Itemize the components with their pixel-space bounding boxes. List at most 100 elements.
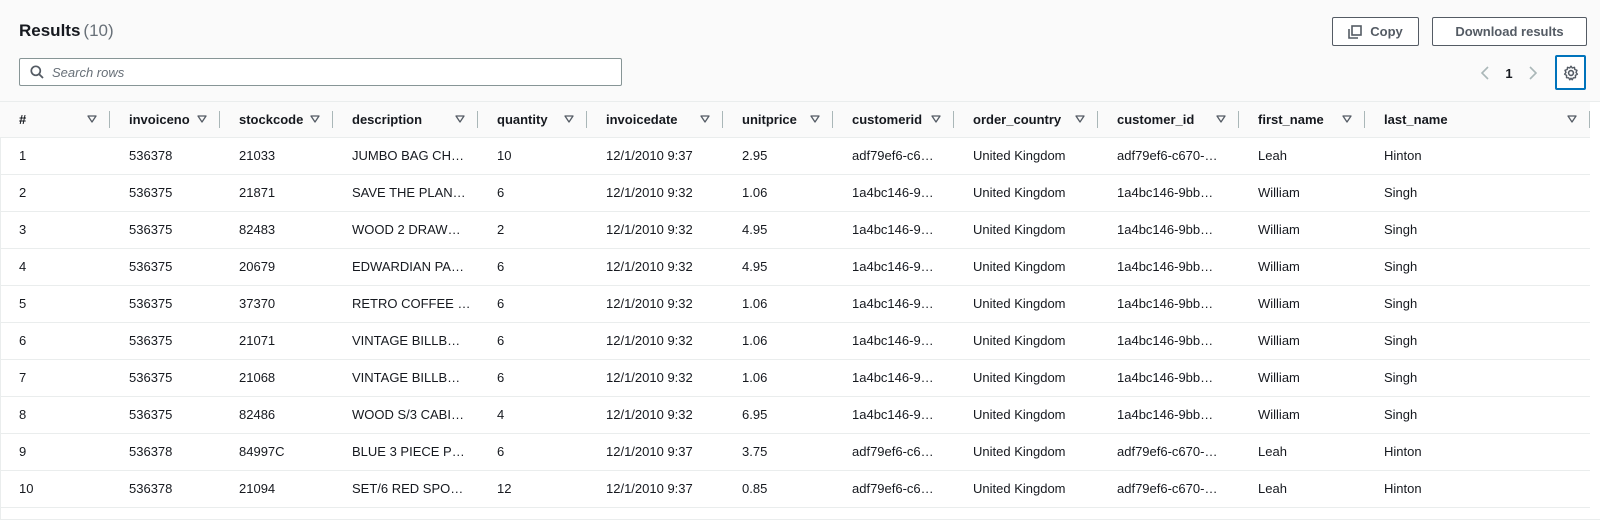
column-header-label: customer_id	[1117, 111, 1195, 127]
column-divider[interactable]	[1589, 111, 1590, 128]
column-header-description[interactable]: description	[333, 102, 478, 138]
search-input[interactable]	[52, 64, 592, 80]
sort-caret-icon[interactable]	[455, 115, 465, 123]
table-cell-stockcode: 21071	[220, 322, 333, 360]
column-header-first-name[interactable]: first_name	[1239, 102, 1365, 138]
table-cell-quantity: 12	[478, 470, 587, 508]
table-cell-invoicedate: 12/1/2010 9:32	[587, 211, 723, 249]
table-cell-last-name: Singh	[1365, 359, 1590, 397]
table-cell-customerid: 1a4bc146-9…	[833, 322, 954, 360]
table-body: 1 536378 21033 JUMBO BAG CH… 10 12/1/2010 9:3…	[0, 137, 1590, 508]
column-header-last-name[interactable]: last_name	[1365, 102, 1590, 138]
results-header: Results(10) Copy Download results 1	[0, 0, 1600, 102]
table-cell-customer-id: adf79ef6-c670-…	[1098, 470, 1239, 508]
table-cell-stockcode: 82486	[220, 396, 333, 434]
copy-icon	[1348, 24, 1363, 39]
download-results-label: Download results	[1455, 24, 1564, 39]
settings-button[interactable]	[1555, 55, 1586, 90]
table-cell-last-name: Hinton	[1365, 137, 1590, 175]
table-cell-customerid: 1a4bc146-9…	[833, 396, 954, 434]
table-cell-customer-id: 1a4bc146-9bb…	[1098, 396, 1239, 434]
table-cell-unitprice: 0.85	[723, 470, 833, 508]
table-cell-invoicedate: 12/1/2010 9:32	[587, 248, 723, 286]
column-header-label: order_country	[973, 111, 1062, 127]
table-cell-description: VINTAGE BILLB…	[333, 359, 478, 397]
table-cell-description: RETRO COFFEE …	[333, 285, 478, 323]
table-cell-quantity: 10	[478, 137, 587, 175]
search-icon	[30, 65, 44, 79]
table-cell-invoicedate: 12/1/2010 9:37	[587, 137, 723, 175]
column-header-stockcode[interactable]: stockcode	[220, 102, 333, 138]
column-header-quantity[interactable]: quantity	[478, 102, 587, 138]
column-header-invoicedate[interactable]: invoicedate	[587, 102, 723, 138]
sort-caret-icon[interactable]	[810, 115, 820, 123]
table-cell-unitprice: 4.95	[723, 248, 833, 286]
chevron-left-icon[interactable]	[1472, 60, 1498, 86]
table-cell-unitprice: 6.95	[723, 396, 833, 434]
table-cell-last-name: Singh	[1365, 396, 1590, 434]
table-cell-quantity: 2	[478, 211, 587, 249]
table-cell-stockcode: 21094	[220, 470, 333, 508]
chevron-right-icon[interactable]	[1520, 60, 1546, 86]
sort-caret-icon[interactable]	[87, 115, 97, 123]
table-row: 7 536375 21068 VINTAGE BILLB… 6 12/1/2010 9:3…	[0, 359, 1590, 397]
column-header-customer-id[interactable]: customer_id	[1098, 102, 1239, 138]
column-header-invoiceno[interactable]: invoiceno	[110, 102, 220, 138]
table-cell-stockcode: 82483	[220, 211, 333, 249]
search-rows-field[interactable]	[19, 58, 622, 86]
table-cell-row-number: 2	[0, 174, 110, 212]
table-cell-customerid: 1a4bc146-9…	[833, 174, 954, 212]
table-cell-row-number: 4	[0, 248, 110, 286]
column-header-label: customerid	[852, 111, 923, 127]
table-cell-unitprice: 4.95	[723, 211, 833, 249]
table-cell-invoiceno: 536375	[110, 285, 220, 323]
sort-caret-icon[interactable]	[931, 115, 941, 123]
sort-caret-icon[interactable]	[1567, 115, 1577, 123]
table-cell-customer-id: 1a4bc146-9bb…	[1098, 322, 1239, 360]
table-cell-order-country: United Kingdom	[954, 211, 1098, 249]
table-cell-last-name: Singh	[1365, 322, 1590, 360]
table-cell-order-country: United Kingdom	[954, 248, 1098, 286]
table-cell-stockcode: 84997C	[220, 433, 333, 471]
table-cell-first-name: William	[1239, 396, 1365, 434]
table-cell-customerid: adf79ef6-c6…	[833, 470, 954, 508]
column-header-unitprice[interactable]: unitprice	[723, 102, 833, 138]
table-cell-quantity: 6	[478, 359, 587, 397]
sort-caret-icon[interactable]	[700, 115, 710, 123]
table-cell-customerid: adf79ef6-c6…	[833, 433, 954, 471]
table-cell-order-country: United Kingdom	[954, 137, 1098, 175]
table-cell-customerid: adf79ef6-c6…	[833, 137, 954, 175]
table-cell-description: WOOD S/3 CABI…	[333, 396, 478, 434]
table-cell-customer-id: 1a4bc146-9bb…	[1098, 211, 1239, 249]
results-table: # invoiceno stockcode description quantity in…	[0, 102, 1590, 508]
column-header-customerid[interactable]: customerid	[833, 102, 954, 138]
table-cell-row-number: 7	[0, 359, 110, 397]
table-cell-first-name: William	[1239, 285, 1365, 323]
table-row: 3 536375 82483 WOOD 2 DRAW… 2 12/1/2010 9:32 4…	[0, 211, 1590, 249]
page-number[interactable]: 1	[1498, 66, 1520, 81]
sort-caret-icon[interactable]	[197, 115, 207, 123]
column-header-order-country[interactable]: order_country	[954, 102, 1098, 138]
sort-caret-icon[interactable]	[1075, 115, 1085, 123]
table-cell-order-country: United Kingdom	[954, 174, 1098, 212]
copy-button[interactable]: Copy	[1332, 17, 1419, 46]
sort-caret-icon[interactable]	[564, 115, 574, 123]
table-cell-order-country: United Kingdom	[954, 359, 1098, 397]
table-cell-invoiceno: 536375	[110, 322, 220, 360]
sort-caret-icon[interactable]	[1342, 115, 1352, 123]
column-header-label: stockcode	[239, 111, 304, 127]
table-cell-stockcode: 20679	[220, 248, 333, 286]
column-header-row-number[interactable]: #	[0, 102, 110, 138]
table-cell-invoicedate: 12/1/2010 9:32	[587, 322, 723, 360]
table-row: 8 536375 82486 WOOD S/3 CABI… 4 12/1/2010 9:3…	[0, 396, 1590, 434]
column-header-label: invoicedate	[606, 111, 678, 127]
table-cell-description: VINTAGE BILLB…	[333, 322, 478, 360]
table-cell-invoicedate: 12/1/2010 9:32	[587, 396, 723, 434]
table-cell-customerid: 1a4bc146-9…	[833, 285, 954, 323]
table-cell-row-number: 10	[0, 470, 110, 508]
download-results-button[interactable]: Download results	[1432, 17, 1587, 46]
sort-caret-icon[interactable]	[310, 115, 320, 123]
table-cell-customer-id: 1a4bc146-9bb…	[1098, 174, 1239, 212]
sort-caret-icon[interactable]	[1216, 115, 1226, 123]
table-row: 10 536378 21094 SET/6 RED SPO… 12 12/1/2010 9…	[0, 470, 1590, 508]
